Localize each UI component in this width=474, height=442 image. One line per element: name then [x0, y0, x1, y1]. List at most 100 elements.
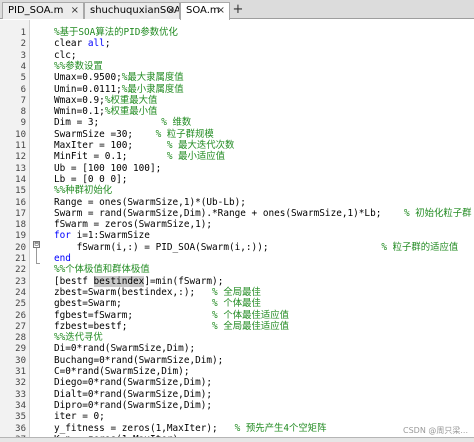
- code-text: y_fitness = zeros(1,MaxIter); % 预先产生4个空矩…: [54, 423, 327, 435]
- code-token: Umin=0.0111;: [54, 83, 122, 95]
- code-keyword: end: [54, 253, 71, 264]
- code-token: iter = 0;: [54, 411, 105, 423]
- code-line[interactable]: 19 for i=1:SwarmSize: [0, 230, 474, 242]
- code-text: gbest=Swarm; % 个体最佳: [54, 298, 261, 310]
- close-tab-icon[interactable]: ×: [71, 3, 79, 18]
- line-number: 25: [15, 299, 26, 310]
- code-line[interactable]: 9 Dim = 3; % 维数: [0, 117, 474, 129]
- code-line[interactable]: 27 fzbest=bestf; % 全局最佳适应值: [0, 321, 474, 333]
- code-token: MinFit = 0.1;: [54, 151, 167, 163]
- line-number: 8: [20, 107, 26, 118]
- code-text: SwarmSize =30; % 粒子群规模: [54, 129, 214, 141]
- code-text: Dim = 3; % 维数: [54, 117, 191, 129]
- line-number: 17: [15, 208, 26, 219]
- code-comment: % 粒子群的适应值: [381, 241, 459, 253]
- code-token: gbest=Swarm;: [54, 298, 213, 310]
- line-number: 24: [15, 287, 26, 298]
- line-number: 15: [15, 186, 26, 197]
- code-token: C=0*rand(SwarmSize,Dim);: [54, 366, 190, 377]
- code-text: Umin=0.0111;%最小隶属度值: [54, 84, 184, 96]
- code-line[interactable]: 28 %%迭代寻优: [0, 332, 474, 344]
- code-line[interactable]: 22 %%个体极值和群体极值: [0, 264, 474, 276]
- code-token: Wmin=0.1;: [54, 106, 105, 118]
- code-text: fSwarm(i,:) = PID_SOA(Swarm(i,:)); % 粒子群…: [54, 241, 459, 254]
- code-comment: %最大隶属度值: [121, 72, 184, 84]
- code-token: y_fitness = zeros(1,MaxIter);: [54, 422, 235, 434]
- line-number: 27: [15, 321, 26, 332]
- code-keyword: for: [54, 230, 77, 242]
- code-line[interactable]: 26 fgbest=fSwarm; % 个体最佳适应值: [0, 310, 474, 322]
- code-token: fgbest=fSwarm;: [54, 309, 213, 321]
- code-comment: %权重最大值: [104, 94, 158, 106]
- code-text: %%个体极值和群体极值: [54, 264, 150, 276]
- line-number: 6: [20, 84, 26, 95]
- code-line[interactable]: 33 Dialt=0*rand(SwarmSize,Dim);: [0, 389, 474, 401]
- code-line[interactable]: 3 clc;: [0, 50, 474, 62]
- line-number: 22: [15, 265, 26, 276]
- code-token: Dim = 3;: [54, 117, 162, 129]
- code-line[interactable]: 17 Swarm = rand(SwarmSize,Dim).*Range + o…: [0, 208, 474, 220]
- code-line[interactable]: 1 %基于SOA算法的PID参数优化: [0, 27, 474, 39]
- code-comment: % 初始化粒子群: [403, 207, 472, 219]
- code-token: Diego=0*rand(SwarmSize,Dim);: [54, 377, 213, 389]
- code-line[interactable]: 10 SwarmSize =30; % 粒子群规模: [0, 129, 474, 141]
- code-line[interactable]: 16 Range = ones(SwarmSize,1)*(Ub-Lb);: [0, 197, 474, 209]
- code-line[interactable]: 23 [bestf bestindex]=min(fSwarm);: [0, 275, 474, 288]
- code-text: iter = 0;: [54, 411, 105, 423]
- code-comment: % 最小适应值: [166, 151, 226, 163]
- line-number: 33: [15, 389, 26, 400]
- code-line[interactable]: 31 C=0*rand(SwarmSize,Dim);: [0, 366, 474, 378]
- close-tab-icon[interactable]: ×: [167, 3, 175, 18]
- tab-label: PID_SOA.m: [8, 5, 64, 16]
- code-token: Swarm = rand(SwarmSize,Dim).*Range + one…: [54, 207, 404, 219]
- line-number: 13: [15, 163, 26, 174]
- code-text: for i=1:SwarmSize: [54, 230, 150, 242]
- line-number: 30: [15, 355, 26, 366]
- code-line[interactable]: 35 iter = 0;: [0, 411, 474, 423]
- code-token: Dipro=0*rand(SwarmSize,Dim);: [54, 399, 213, 411]
- line-number: 20: [15, 242, 26, 253]
- code-token: Di=0*rand(SwarmSize,Dim);: [54, 343, 196, 355]
- line-number: 31: [15, 367, 26, 377]
- code-line[interactable]: 30 Buchang=0*rand(SwarmSize,Dim);: [0, 355, 474, 367]
- close-tab-icon[interactable]: ×: [217, 3, 225, 18]
- code-editor[interactable]: ⊟ 1 %基于SOA算法的PID参数优化 2 clear all; 3 clc; 4 %%参数…: [0, 20, 474, 437]
- code-line[interactable]: 12 MinFit = 0.1; % 最小适应值: [0, 151, 474, 163]
- code-text: [bestf bestindex]=min(fSwarm);: [54, 275, 223, 288]
- code-text: fzbest=bestf; % 全局最佳适应值: [54, 321, 289, 333]
- code-line[interactable]: 7 Wmax=0.9;%权重最大值: [0, 95, 474, 107]
- tab-pid-soa[interactable]: PID_SOA.m ×: [2, 2, 84, 19]
- line-number: 4: [20, 61, 26, 72]
- code-line[interactable]: 32 Diego=0*rand(SwarmSize,Dim);: [0, 377, 474, 389]
- highlighted-identifier: bestindex: [93, 275, 145, 287]
- code-comment: %%种群初始化: [54, 185, 113, 197]
- code-comment: %%参数设置: [54, 60, 103, 72]
- code-line[interactable]: 20 fSwarm(i,:) = PID_SOA(Swarm(i,:)); % …: [0, 242, 474, 254]
- code-token: ;: [104, 38, 111, 50]
- code-token: Range = ones(SwarmSize,1)*(Ub-Lb);: [54, 196, 246, 208]
- code-line[interactable]: 18 fSwarm = zeros(SwarmSize,1);: [0, 219, 474, 231]
- tab-shuchuquxian-soa[interactable]: shuchuquxianSOA.m ×: [84, 2, 180, 19]
- code-line[interactable]: 25 gbest=Swarm; % 个体最佳: [0, 298, 474, 310]
- code-text: Diego=0*rand(SwarmSize,Dim);: [54, 377, 212, 389]
- line-number: 34: [15, 400, 26, 411]
- code-line[interactable]: 15 %%种群初始化: [0, 185, 474, 197]
- code-token: Buchang=0*rand(SwarmSize,Dim);: [54, 354, 224, 366]
- code-comment: % 预先产生4个空矩阵: [234, 422, 327, 434]
- code-text: %基于SOA算法的PID参数优化: [54, 27, 178, 39]
- code-line[interactable]: 6 Umin=0.0111;%最小隶属度值: [0, 84, 474, 96]
- code-line[interactable]: 29 Di=0*rand(SwarmSize,Dim);: [0, 343, 474, 355]
- line-number: 29: [15, 344, 26, 355]
- editor-tab-bar: PID_SOA.m × shuchuquxianSOA.m × SOA.m × …: [0, 0, 474, 20]
- code-token: [bestf: [54, 275, 94, 287]
- add-tab-icon[interactable]: +: [231, 2, 245, 18]
- code-line[interactable]: 2 clear all;: [0, 38, 474, 50]
- code-token: zbest=Swarm(bestindex,:);: [54, 286, 213, 298]
- code-line[interactable]: 34 Dipro=0*rand(SwarmSize,Dim);: [0, 400, 474, 412]
- code-token: i=1:SwarmSize: [76, 230, 150, 242]
- code-text: Umax=0.9500;%最大隶属度值: [54, 72, 184, 84]
- tab-soa[interactable]: SOA.m ×: [180, 2, 230, 20]
- code-token: Dialt=0*rand(SwarmSize,Dim);: [54, 388, 213, 400]
- code-line[interactable]: 5 Umax=0.9500;%最大隶属度值: [0, 72, 474, 84]
- code-line[interactable]: 13 Ub = [100 100 100];: [0, 163, 474, 175]
